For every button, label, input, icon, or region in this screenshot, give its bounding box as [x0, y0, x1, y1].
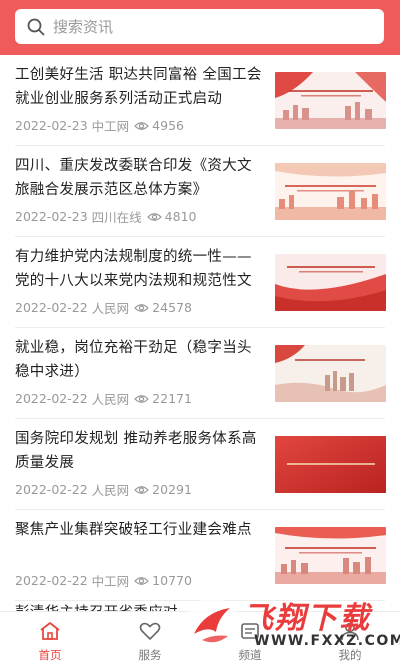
header-bar: 搜索资讯 [0, 0, 400, 55]
eye-icon [134, 121, 150, 131]
news-title[interactable]: 有力维护党内法规制度的统一性——党的十八大以来党内法规和规范性文件… [15, 245, 262, 295]
news-views: 22171 [152, 391, 192, 406]
eye-icon [134, 576, 150, 586]
news-title[interactable]: 四川、重庆发改委联合印发《资大文旅融合发展示范区总体方案》 [15, 154, 262, 202]
news-views: 24578 [152, 300, 192, 315]
news-date: 2022-02-23 [15, 209, 88, 224]
search-bar[interactable]: 搜索资讯 [15, 9, 384, 44]
news-date: 2022-02-23 [15, 118, 88, 133]
news-source: 中工网 [91, 119, 130, 134]
eye-icon [146, 212, 162, 222]
news-date: 2022-02-22 [15, 300, 88, 315]
news-item[interactable]: 四川、重庆发改委联合印发《资大文旅融合发展示范区总体方案》 2022-02-23… [0, 146, 400, 237]
news-item[interactable]: 有力维护党内法规制度的统一性——党的十八大以来党内法规和规范性文件… 2022-… [0, 237, 400, 328]
news-item[interactable]: 就业稳，岗位充裕干劲足（稳字当头 稳中求进） 2022-02-22 人民网 22… [0, 328, 400, 419]
news-source: 四川在线 [91, 210, 142, 225]
news-source: 人民网 [91, 483, 130, 498]
news-thumbnail[interactable] [275, 527, 386, 584]
news-item[interactable]: 聚焦产业集群突破轻工行业建会难点 2022-02-22 中工网 10770 [0, 510, 400, 601]
home-icon [39, 621, 61, 645]
news-meta: 2022-02-23 四川在线 4810 [15, 207, 196, 226]
news-source: 人民网 [91, 392, 130, 407]
news-meta: 2022-02-22 中工网 10770 [15, 571, 192, 590]
news-meta: 2022-02-22 人民网 24578 [15, 298, 192, 317]
news-title[interactable]: 聚焦产业集群突破轻工行业建会难点 [15, 518, 262, 542]
heart-icon [139, 621, 161, 645]
news-thumbnail[interactable] [275, 436, 386, 493]
news-views: 4956 [152, 118, 184, 133]
news-views: 20291 [152, 482, 192, 497]
news-date: 2022-02-22 [15, 482, 88, 497]
news-thumbnail[interactable] [275, 345, 386, 402]
news-date: 2022-02-22 [15, 573, 88, 588]
eye-icon [134, 485, 150, 495]
search-icon [27, 18, 45, 36]
news-item[interactable]: 国务院印发规划 推动养老服务体系高质量发展 2022-02-22 人民网 202… [0, 419, 400, 510]
news-title[interactable]: 工创美好生活 职达共同富裕 全国工会就业创业服务系列活动正式启动 [15, 63, 262, 111]
eye-icon [134, 394, 150, 404]
news-thumbnail[interactable] [275, 254, 386, 311]
news-thumbnail[interactable] [275, 72, 386, 129]
watermark-text: 飞翔下载 [243, 601, 371, 636]
watermark-url: WWW.FXXZ.COM [254, 633, 400, 649]
eye-icon [134, 303, 150, 313]
news-meta: 2022-02-23 中工网 4956 [15, 116, 184, 135]
news-meta: 2022-02-22 人民网 22171 [15, 389, 192, 408]
news-title[interactable]: 就业稳，岗位充裕干劲足（稳字当头 稳中求进） [15, 336, 262, 384]
news-title[interactable]: 国务院印发规划 推动养老服务体系高质量发展 [15, 427, 262, 475]
news-thumbnail[interactable] [275, 163, 386, 220]
search-placeholder: 搜索资讯 [53, 18, 114, 36]
news-meta: 2022-02-22 人民网 20291 [15, 480, 192, 499]
tab-service-label: 服务 [138, 648, 162, 662]
news-date: 2022-02-22 [15, 391, 88, 406]
news-views: 4810 [164, 209, 197, 224]
news-source: 中工网 [91, 574, 130, 589]
news-item[interactable]: 工创美好生活 职达共同富裕 全国工会就业创业服务系列活动正式启动 2022-02… [0, 55, 400, 146]
news-feed[interactable]: 工创美好生活 职达共同富裕 全国工会就业创业服务系列活动正式启动 2022-02… [0, 55, 400, 611]
news-source: 人民网 [91, 301, 130, 316]
news-views: 10770 [152, 573, 192, 588]
tab-home-label: 首页 [38, 648, 62, 662]
tab-home[interactable]: 首页 [0, 612, 100, 667]
